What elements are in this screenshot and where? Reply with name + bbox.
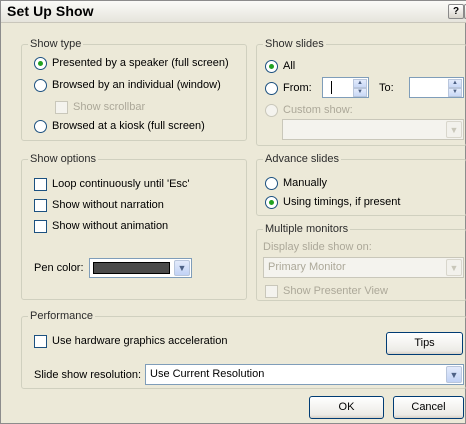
- speaker-radio[interactable]: [34, 57, 47, 70]
- to-field[interactable]: ▲ ▼: [409, 77, 464, 98]
- kiosk-radio[interactable]: [34, 120, 47, 133]
- chevron-down-icon[interactable]: ▼: [174, 260, 190, 276]
- kiosk-option[interactable]: Browsed at a kiosk (full screen): [34, 120, 205, 133]
- tips-button[interactable]: Tips: [386, 332, 463, 355]
- custom-show-select[interactable]: ▼: [282, 119, 464, 140]
- resolution-label: Slide show resolution:: [34, 369, 142, 381]
- presenter-view-checkbox[interactable]: [265, 285, 278, 298]
- timings-option[interactable]: Using timings, if present: [265, 196, 400, 209]
- individual-radio[interactable]: [34, 79, 47, 92]
- to-label: To:: [379, 82, 394, 94]
- individual-option[interactable]: Browsed by an individual (window): [34, 79, 221, 92]
- no-animation-option[interactable]: Show without animation: [34, 220, 168, 233]
- manually-radio[interactable]: [265, 177, 278, 190]
- loop-checkbox[interactable]: [34, 178, 47, 191]
- all-option[interactable]: All: [265, 60, 295, 73]
- cancel-button[interactable]: Cancel: [393, 396, 464, 419]
- chevron-down-icon[interactable]: ▼: [446, 121, 462, 138]
- from-field[interactable]: ▲ ▼: [322, 77, 369, 98]
- loop-option[interactable]: Loop continuously until 'Esc': [34, 178, 190, 191]
- from-option[interactable]: From:: [265, 82, 312, 95]
- pen-color-label: Pen color:: [34, 262, 84, 274]
- hw-accel-checkbox[interactable]: [34, 335, 47, 348]
- scrollbar-option[interactable]: Show scrollbar: [55, 101, 145, 114]
- no-animation-checkbox[interactable]: [34, 220, 47, 233]
- performance-label: Performance: [28, 310, 95, 323]
- scrollbar-checkbox[interactable]: [55, 101, 68, 114]
- show-type-label: Show type: [28, 38, 84, 51]
- ok-button[interactable]: OK: [309, 396, 384, 419]
- help-icon[interactable]: ?: [448, 4, 464, 19]
- pen-color-swatch: [93, 262, 170, 274]
- custom-show-radio[interactable]: [265, 104, 278, 117]
- show-slides-label: Show slides: [263, 38, 326, 51]
- to-spinner[interactable]: ▲ ▼: [448, 79, 462, 97]
- individual-label: Browsed by an individual (window): [52, 79, 221, 91]
- chevron-down-icon[interactable]: ▼: [446, 259, 462, 276]
- chevron-down-icon[interactable]: ▼: [446, 366, 462, 383]
- no-animation-label: Show without animation: [52, 220, 169, 232]
- from-spinner[interactable]: ▲ ▼: [353, 79, 367, 97]
- all-radio[interactable]: [265, 60, 278, 73]
- kiosk-label: Browsed at a kiosk (full screen): [52, 120, 205, 132]
- dialog-title: Set Up Show: [7, 3, 94, 19]
- pen-color-picker[interactable]: ▼: [89, 258, 192, 278]
- set-up-show-dialog: Set Up Show ? Show type Presented by a s…: [0, 0, 466, 424]
- from-label: From:: [283, 82, 312, 94]
- monitor-select[interactable]: Primary Monitor ▼: [263, 257, 464, 278]
- from-radio[interactable]: [265, 82, 278, 95]
- no-narration-option[interactable]: Show without narration: [34, 199, 164, 212]
- title-bar: Set Up Show ?: [1, 1, 466, 23]
- resolution-select-value: Use Current Resolution: [150, 368, 265, 380]
- manually-label: Manually: [283, 177, 328, 189]
- multiple-monitors-label: Multiple monitors: [263, 223, 351, 236]
- presenter-view-label: Show Presenter View: [283, 285, 388, 297]
- custom-show-option[interactable]: Custom show:: [265, 104, 353, 117]
- custom-show-label: Custom show:: [283, 104, 353, 116]
- all-label: All: [283, 60, 296, 72]
- advance-slides-label: Advance slides: [263, 153, 341, 166]
- no-narration-checkbox[interactable]: [34, 199, 47, 212]
- speaker-label: Presented by a speaker (full screen): [52, 57, 229, 69]
- display-on-label: Display slide show on:: [263, 241, 372, 253]
- speaker-option[interactable]: Presented by a speaker (full screen): [34, 57, 229, 70]
- no-narration-label: Show without narration: [52, 199, 164, 211]
- scrollbar-label: Show scrollbar: [73, 101, 146, 113]
- text-caret: [331, 81, 332, 94]
- presenter-view-option[interactable]: Show Presenter View: [265, 285, 388, 298]
- monitor-select-value: Primary Monitor: [268, 261, 346, 273]
- timings-label: Using timings, if present: [283, 196, 401, 208]
- resolution-select[interactable]: Use Current Resolution ▼: [145, 364, 464, 385]
- loop-label: Loop continuously until 'Esc': [52, 178, 190, 190]
- manually-option[interactable]: Manually: [265, 177, 327, 190]
- show-options-label: Show options: [28, 153, 99, 166]
- hw-accel-option[interactable]: Use hardware graphics acceleration: [34, 335, 227, 348]
- timings-radio[interactable]: [265, 196, 278, 209]
- hw-accel-label: Use hardware graphics acceleration: [52, 335, 228, 347]
